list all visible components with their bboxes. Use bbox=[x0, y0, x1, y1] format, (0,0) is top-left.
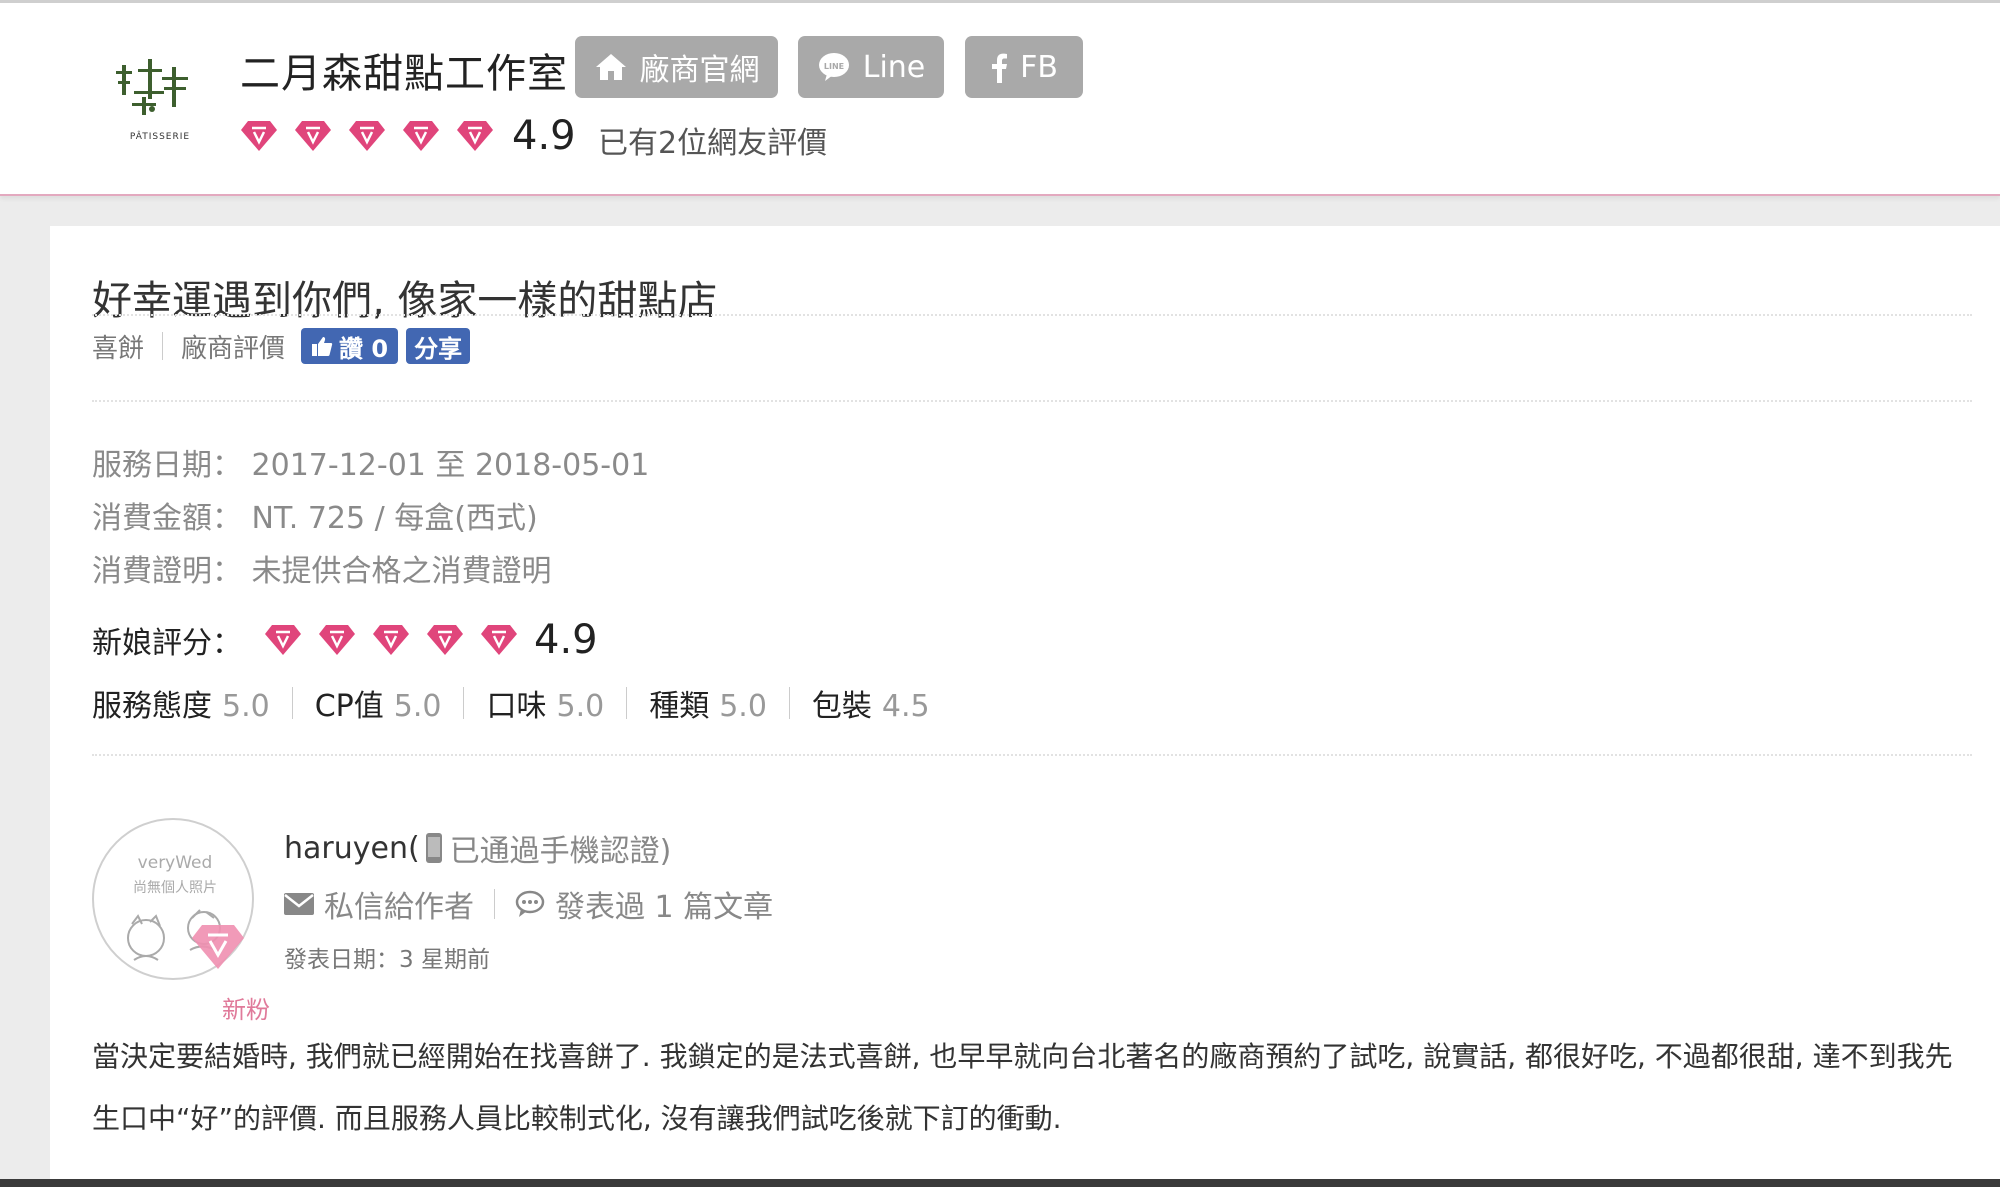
avatar-brand-text: veryWed bbox=[138, 853, 213, 873]
vendor-rating-score: 4.9 bbox=[512, 113, 576, 159]
divider bbox=[92, 754, 1972, 756]
sub-score-packaging: 包裝 4.5 bbox=[811, 689, 930, 724]
bottom-bar bbox=[0, 1179, 2000, 1187]
divider bbox=[92, 314, 1972, 316]
fb-label: FB bbox=[1020, 49, 1058, 85]
consumption-proof: 消費證明： 未提供合格之消費證明 bbox=[92, 554, 552, 589]
avatar-placeholder-text: 尚無個人照片 bbox=[133, 880, 217, 896]
phone-icon bbox=[425, 833, 442, 863]
vendor-website-label: 廠商官網 bbox=[639, 53, 760, 88]
sub-score-taste: 口味 5.0 bbox=[486, 689, 605, 724]
thumbs-up-icon bbox=[312, 337, 333, 356]
sub-score-divider bbox=[463, 687, 465, 719]
author-name[interactable]: haruyen( bbox=[284, 831, 420, 866]
review-count[interactable]: 已有2位網友評價 bbox=[598, 118, 827, 162]
sub-score-divider bbox=[291, 687, 293, 719]
review-title: 好幸運遇到你們, 像家一樣的甜點店 bbox=[92, 278, 718, 324]
bride-rating-label: 新娘評分： bbox=[92, 626, 242, 661]
fb-share-button[interactable]: FB bbox=[965, 36, 1083, 98]
fan-badge-diamond-icon bbox=[192, 925, 244, 969]
diamond-icon bbox=[265, 625, 301, 655]
diamond-icon bbox=[349, 121, 385, 151]
phone-verified-note: 已通過手機認證) bbox=[449, 834, 672, 869]
fan-level-label: 新粉 bbox=[222, 996, 270, 1024]
private-message-link[interactable]: 私信給作者 bbox=[284, 882, 474, 926]
review-card: 好幸運遇到你們, 像家一樣的甜點店 喜餅 廠商評價 讚 0 分享 服務日期： 2… bbox=[50, 226, 2000, 1181]
review-meta: 喜餅 廠商評價 讚 0 分享 bbox=[92, 326, 471, 366]
sub-scores: 服務態度 5.0 CP值 5.0 口味 5.0 種類 5.0 包裝 4.5 bbox=[92, 678, 930, 728]
author-posts-link[interactable]: 發表過 1 篇文章 bbox=[515, 882, 773, 926]
post-date: 發表日期：3 星期前 bbox=[284, 947, 490, 973]
diamond-icon bbox=[373, 625, 409, 655]
consumption-amount: 消費金額： NT. 725 / 每盒(西式) bbox=[92, 501, 538, 536]
diamond-icon bbox=[427, 625, 463, 655]
vendor-logo[interactable]: PÂTISSERIE bbox=[112, 53, 208, 145]
line-share-button[interactable]: LINE Line bbox=[798, 36, 944, 98]
author-actions: 私信給作者 發表過 1 篇文章 bbox=[284, 882, 773, 926]
service-date: 服務日期： 2017-12-01 至 2018-05-01 bbox=[92, 448, 650, 483]
action-divider bbox=[494, 889, 495, 919]
sub-score-cp: CP值 5.0 bbox=[314, 689, 442, 724]
fb-share-label: 分享 bbox=[414, 334, 463, 363]
logo-text: PÂTISSERIE bbox=[130, 130, 190, 142]
diamond-icon bbox=[403, 121, 439, 151]
vendor-header: PÂTISSERIE 二月森甜點工作室 廠商官網 LINE Line FB 4.… bbox=[0, 3, 2000, 196]
divider bbox=[92, 400, 1972, 402]
diamond-icon bbox=[241, 121, 277, 151]
fb-like-button[interactable]: 讚 0 bbox=[301, 328, 399, 364]
bride-rating: 新娘評分： 4.9 bbox=[92, 612, 598, 668]
review-type: 廠商評價 bbox=[181, 333, 286, 364]
sub-score-divider bbox=[788, 687, 790, 719]
fb-share-small-button[interactable]: 分享 bbox=[406, 328, 471, 364]
line-label: Line bbox=[862, 49, 926, 85]
review-body: 當決定要結婚時, 我們就已經開始在找喜餅了. 我鎖定的是法式喜餅, 也早早就向台… bbox=[92, 1040, 1953, 1135]
facebook-icon bbox=[992, 53, 1008, 83]
author-posts-label: 發表過 1 篇文章 bbox=[555, 890, 774, 925]
bride-rating-score: 4.9 bbox=[534, 617, 598, 663]
svg-text:LINE: LINE bbox=[824, 62, 844, 71]
author-name-row: haruyen( 已通過手機認證) bbox=[284, 826, 671, 870]
diamond-icon bbox=[481, 625, 517, 655]
diamond-icon bbox=[319, 625, 355, 655]
private-message-label: 私信給作者 bbox=[324, 890, 474, 925]
sub-score-service: 服務態度 5.0 bbox=[92, 689, 270, 724]
comment-icon bbox=[515, 890, 545, 917]
home-icon bbox=[595, 54, 626, 80]
sub-score-variety: 種類 5.0 bbox=[649, 689, 767, 724]
sub-score-divider bbox=[626, 687, 628, 719]
vendor-name[interactable]: 二月森甜點工作室 bbox=[240, 41, 568, 99]
vendor-website-button[interactable]: 廠商官網 bbox=[575, 36, 778, 98]
meta-divider bbox=[162, 332, 164, 360]
fb-like-label: 讚 0 bbox=[339, 334, 389, 363]
diamond-icon bbox=[457, 121, 493, 151]
envelope-icon bbox=[284, 893, 314, 915]
review-category[interactable]: 喜餅 bbox=[92, 328, 144, 365]
line-icon: LINE bbox=[818, 53, 849, 81]
diamond-icon bbox=[295, 121, 331, 151]
vendor-rating: 4.9 bbox=[240, 111, 576, 161]
